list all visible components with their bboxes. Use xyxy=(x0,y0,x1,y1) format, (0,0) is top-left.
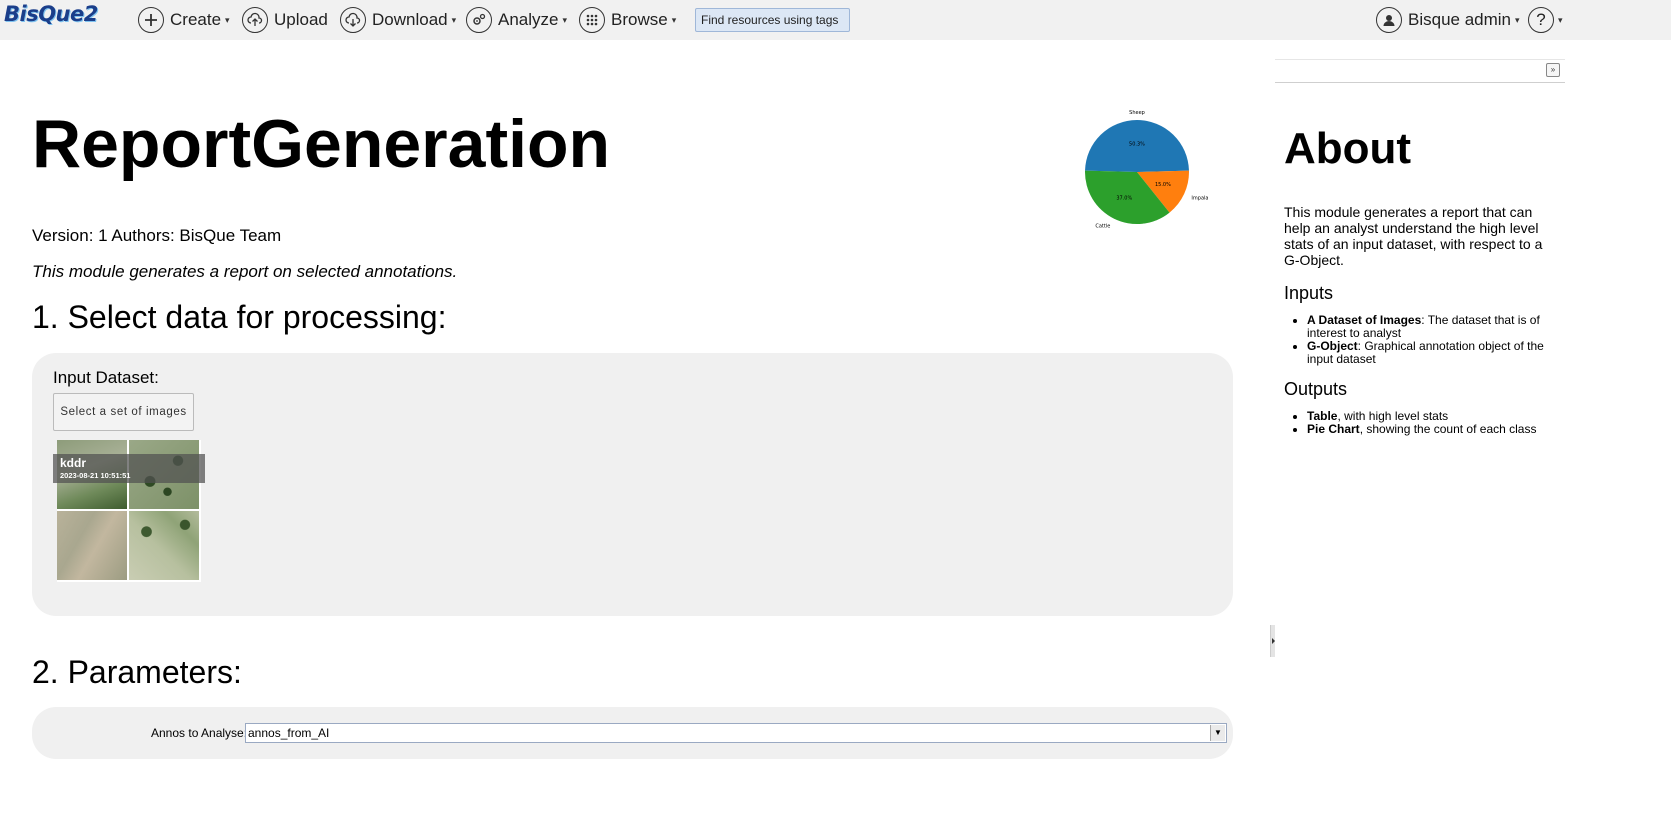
dataset-thumbnail[interactable]: kddr 2023-08-21 10:51:51 xyxy=(53,440,205,582)
gears-icon xyxy=(466,7,492,33)
dataset-name: kddr xyxy=(60,456,87,470)
cloud-download-icon xyxy=(340,7,366,33)
annos-selected-value: annos_from_AI xyxy=(248,726,330,740)
module-description: This module generates a report on select… xyxy=(32,262,458,281)
cloud-upload-icon xyxy=(242,7,268,33)
analyze-label: Analyze xyxy=(498,10,559,29)
dataset-date: 2023-08-21 10:51:51 xyxy=(60,471,131,480)
upload-label: Upload xyxy=(274,10,328,29)
bisque-logo[interactable]: BisQue2 xyxy=(4,2,98,26)
top-navbar: BisQue2 Create ▾ Upload Download ▾ Analy… xyxy=(0,0,1671,40)
analyze-menu[interactable]: Analyze ▾ xyxy=(466,5,567,35)
chevron-down-icon[interactable]: ▼ xyxy=(1210,725,1225,741)
plus-icon xyxy=(138,7,164,33)
chevron-down-icon: ▾ xyxy=(671,14,677,25)
browse-label: Browse xyxy=(611,10,668,29)
chevron-down-icon: ▾ xyxy=(225,14,230,25)
class-pie-chart: 50.3% Sheep 15.0% Impala 37.0% Cattle xyxy=(1085,110,1208,230)
select-images-button[interactable]: Select a set of images xyxy=(53,393,194,431)
annos-to-analyse-label: Annos to Analyse: xyxy=(151,726,248,740)
about-heading: About xyxy=(1284,124,1412,173)
download-menu[interactable]: Download ▾ xyxy=(340,5,456,35)
pie-percent-label: 15.0% xyxy=(1155,182,1171,188)
output-term: Pie Chart xyxy=(1307,422,1360,436)
section-parameters-heading: 2. Parameters: xyxy=(32,654,242,690)
list-item: G-Object: Graphical annotation object of… xyxy=(1307,340,1569,366)
list-item: A Dataset of Images: The dataset that is… xyxy=(1307,314,1569,340)
thumbnail-caption: kddr 2023-08-21 10:51:51 xyxy=(53,454,205,483)
pie-percent-label: 37.0% xyxy=(1116,196,1132,202)
input-term: A Dataset of Images xyxy=(1307,313,1422,327)
help-menu[interactable]: ? ▾ xyxy=(1528,5,1563,35)
browse-menu[interactable]: Browse ▾ xyxy=(579,5,676,35)
output-desc: , with high level stats xyxy=(1337,409,1449,423)
section-select-data-heading: 1. Select data for processing: xyxy=(32,299,447,335)
about-paragraph: This module generates a report that can … xyxy=(1284,204,1543,268)
chevron-down-icon: ▾ xyxy=(451,14,457,25)
grid-icon xyxy=(579,7,605,33)
chevron-down-icon: ▾ xyxy=(1558,14,1563,25)
module-title: ReportGeneration xyxy=(32,106,611,182)
pie-category-label: Impala xyxy=(1191,195,1208,201)
output-term: Table xyxy=(1307,409,1338,423)
chevron-down-icon: ▾ xyxy=(1515,14,1520,25)
inputs-list: A Dataset of Images: The dataset that is… xyxy=(1284,314,1569,366)
input-term: G-Object xyxy=(1307,339,1358,353)
pie-category-label: Sheep xyxy=(1129,110,1145,116)
inputs-heading: Inputs xyxy=(1284,283,1334,303)
collapse-sidebar-icon[interactable]: » xyxy=(1546,63,1560,77)
output-desc: , showing the count of each class xyxy=(1359,422,1537,436)
select-data-panel: Input Dataset: Select a set of images kd… xyxy=(32,353,1233,616)
chevron-down-icon: ▾ xyxy=(562,14,568,25)
annos-to-analyse-select[interactable]: annos_from_AI ▼ xyxy=(245,723,1227,743)
sidebar-splitter-handle[interactable] xyxy=(1270,625,1275,657)
sidebar-header xyxy=(1275,59,1565,83)
help-icon: ? xyxy=(1528,7,1554,33)
thumbnail-tile xyxy=(57,511,127,580)
user-name: Bisque admin xyxy=(1408,10,1512,29)
upload-menu[interactable]: Upload xyxy=(242,5,328,35)
input-dataset-label: Input Dataset: xyxy=(53,368,159,387)
pie-category-label: Cattle xyxy=(1095,224,1110,230)
create-label: Create xyxy=(170,10,222,29)
outputs-list: Table, with high level stats Pie Chart, … xyxy=(1284,410,1569,436)
module-meta: Version: 1 Authors: BisQue Team xyxy=(32,226,282,245)
download-label: Download xyxy=(372,10,448,29)
pie-percent-label: 50.3% xyxy=(1129,141,1145,147)
create-menu[interactable]: Create ▾ xyxy=(138,5,230,35)
user-avatar-icon xyxy=(1376,7,1402,33)
outputs-heading: Outputs xyxy=(1284,379,1348,399)
tag-search-input[interactable] xyxy=(695,8,850,32)
user-menu[interactable]: Bisque admin ▾ xyxy=(1376,5,1520,35)
list-item: Pie Chart, showing the count of each cla… xyxy=(1307,423,1569,436)
thumbnail-tile xyxy=(129,511,199,580)
parameters-panel: Annos to Analyse: annos_from_AI ▼ xyxy=(32,707,1233,759)
